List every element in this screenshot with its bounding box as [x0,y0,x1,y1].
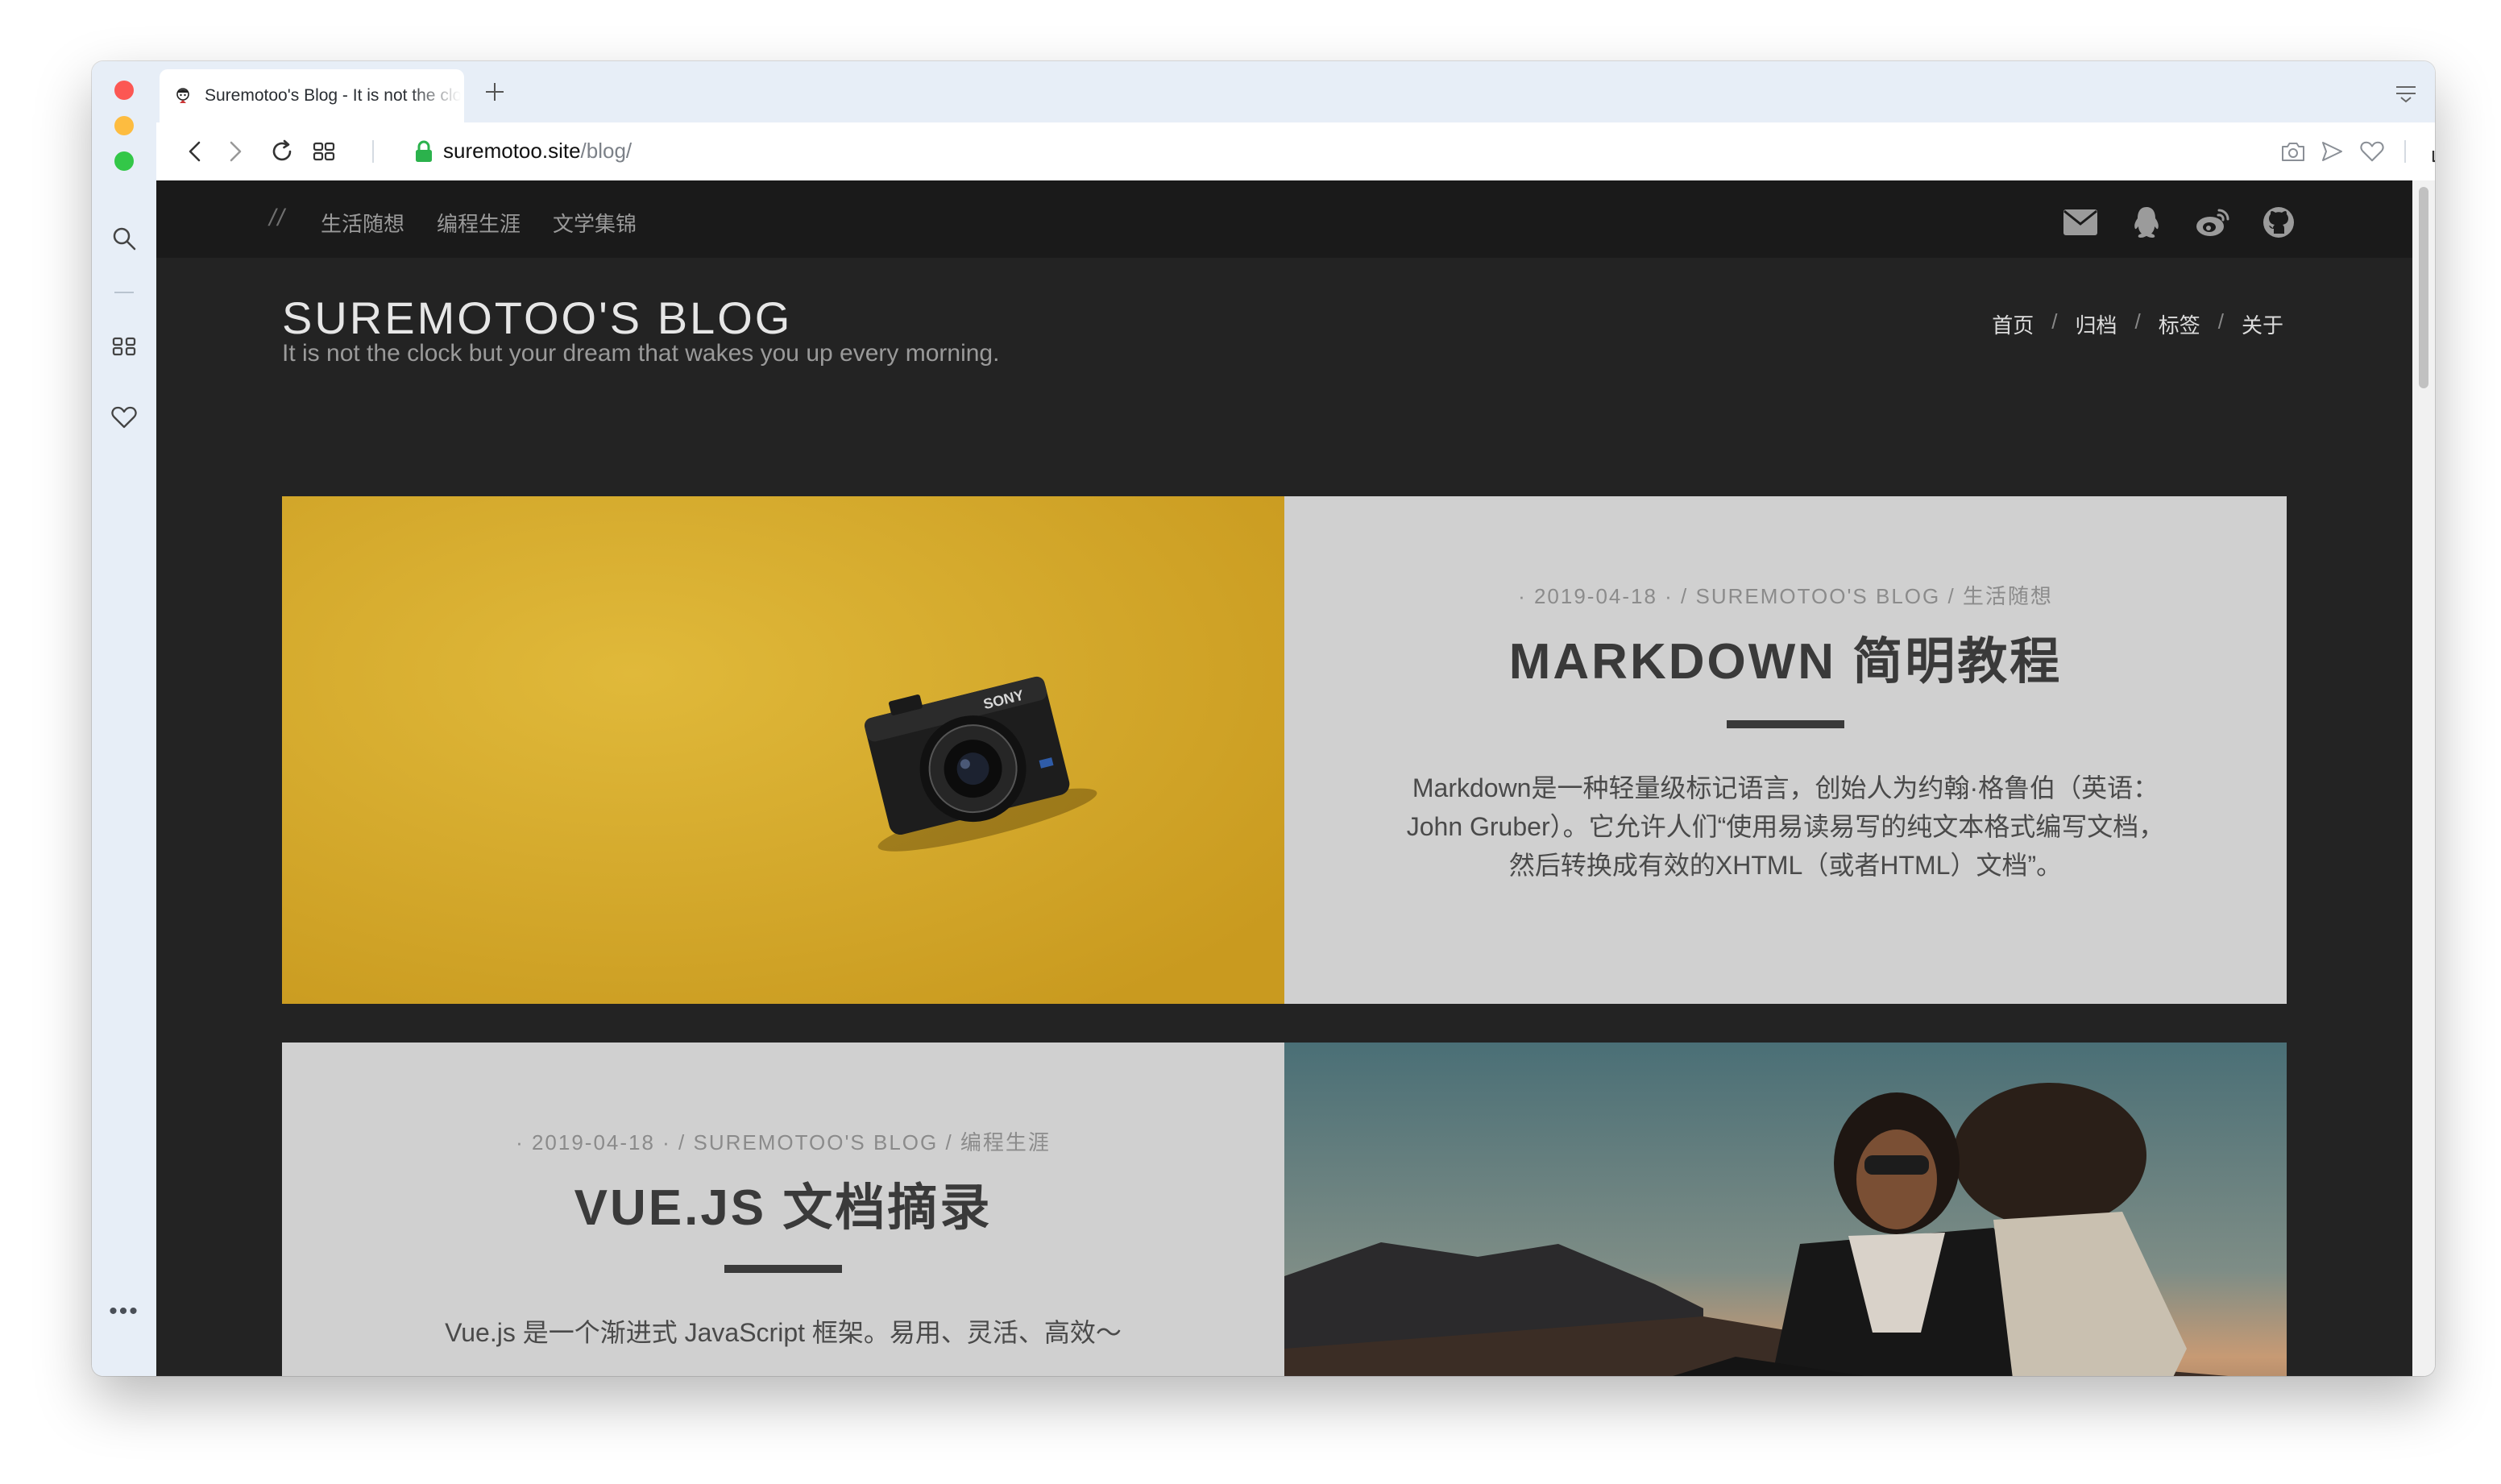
heart-icon[interactable] [108,401,140,433]
close-window-button[interactable] [114,81,134,100]
nav-link-life[interactable]: 生活随想 [321,208,404,238]
speed-dial-icon[interactable] [308,135,340,168]
post-card[interactable]: · 2019-04-18 · / SUREMOTOO'S BLOG / 编程生涯… [282,1043,2287,1376]
post-title[interactable]: MARKDOWN 简明教程 [1284,620,2287,693]
new-tab-icon[interactable] [479,76,511,108]
web-page: // 生活随想 编程生涯 文学集锦 SUREMOTOO'S BLOG It is… [156,180,2412,1376]
tab-bar: Suremotoo's Blog - It is not the clock b… [156,61,2435,122]
nav-link-literature[interactable]: 文学集锦 [553,208,637,238]
sidebar-divider [114,292,134,293]
post-excerpt: Vue.js 是一个渐进式 JavaScript 框架。易用、灵活、高效～ [445,1318,1122,1347]
reload-icon[interactable] [266,135,298,168]
github-icon[interactable] [2259,205,2298,240]
tab-title: Suremotoo's Blog - It is not the clock b… [205,86,461,105]
url-field[interactable]: suremotoo.site/blog/ [443,139,632,164]
share-icon[interactable] [2425,135,2435,168]
more-icon[interactable]: ••• [108,1295,140,1328]
site-top-nav: // 生活随想 编程生涯 文学集锦 [156,180,2412,258]
main-nav-about[interactable]: 关于 [2242,309,2283,339]
lock-icon[interactable] [409,137,438,166]
url-path: /blog/ [580,139,633,163]
browser-window: ••• Suremotoo's Blog - It is not the clo… [92,61,2435,1376]
forward-icon[interactable] [219,135,251,168]
maximize-window-button[interactable] [114,151,134,171]
nav-link-programming[interactable]: 编程生涯 [437,208,521,238]
nav-separator: / [2134,309,2141,334]
tab-menu-icon[interactable] [2391,79,2420,108]
blog-subtitle: It is not the clock but your dream that … [282,340,1000,367]
tab-active[interactable]: Suremotoo's Blog - It is not the clock b… [160,69,464,122]
post-cover-image[interactable]: SONY [282,496,1284,1004]
send-icon[interactable] [2316,135,2348,168]
title-underline [1727,720,1844,728]
qq-icon[interactable] [2127,205,2166,240]
address-divider [372,140,374,163]
nav-slash: // [269,205,286,231]
url-host: suremotoo.site [443,139,581,163]
post-card[interactable]: SONY · 2019-04-18 · / SUREMOTOO'S BLOG /… [282,496,2287,1004]
mail-icon[interactable] [2061,205,2100,240]
favicon-icon [172,85,193,106]
toolbar-divider [2404,140,2406,163]
weibo-icon[interactable] [2193,205,2232,240]
search-icon[interactable] [108,222,140,255]
nav-separator: / [2051,309,2058,334]
minimize-window-button[interactable] [114,116,134,135]
heart-icon[interactable] [2356,135,2388,168]
browser-sidebar: ••• [92,61,157,1376]
post-cover-image[interactable] [1284,1043,2287,1376]
post-excerpt: Markdown是一种轻量级标记语言，创始人为约翰·格鲁伯（英语：John Gr… [1406,773,2165,880]
main-nav-home[interactable]: 首页 [1992,309,2034,339]
post-summary: · 2019-04-18 · / SUREMOTOO'S BLOG / 编程生涯… [282,1043,1284,1376]
post-meta: · 2019-04-18 · / SUREMOTOO'S BLOG / 生活随想 [1518,584,2053,608]
post-title[interactable]: VUE.JS 文档摘录 [282,1167,1284,1239]
nav-separator: / [2217,309,2224,334]
blog-title[interactable]: SUREMOTOO'S BLOG [282,292,792,344]
page-scrollbar[interactable] [2412,180,2435,1376]
address-bar: suremotoo.site/blog/ [156,122,2435,181]
camera-icon[interactable] [2277,135,2309,168]
main-nav-archive[interactable]: 归档 [2075,309,2117,339]
apps-icon[interactable] [108,330,140,363]
main-nav-tags[interactable]: 标签 [2159,309,2200,339]
scrollbar-thumb[interactable] [2419,187,2428,388]
main-nav: 首页 / 归档 / 标签 / 关于 [1992,309,2283,339]
title-underline [724,1265,842,1273]
post-meta: · 2019-04-18 · / SUREMOTOO'S BLOG / 编程生涯 [516,1130,1051,1154]
post-summary: · 2019-04-18 · / SUREMOTOO'S BLOG / 生活随想… [1284,496,2287,1004]
back-icon[interactable] [179,135,211,168]
